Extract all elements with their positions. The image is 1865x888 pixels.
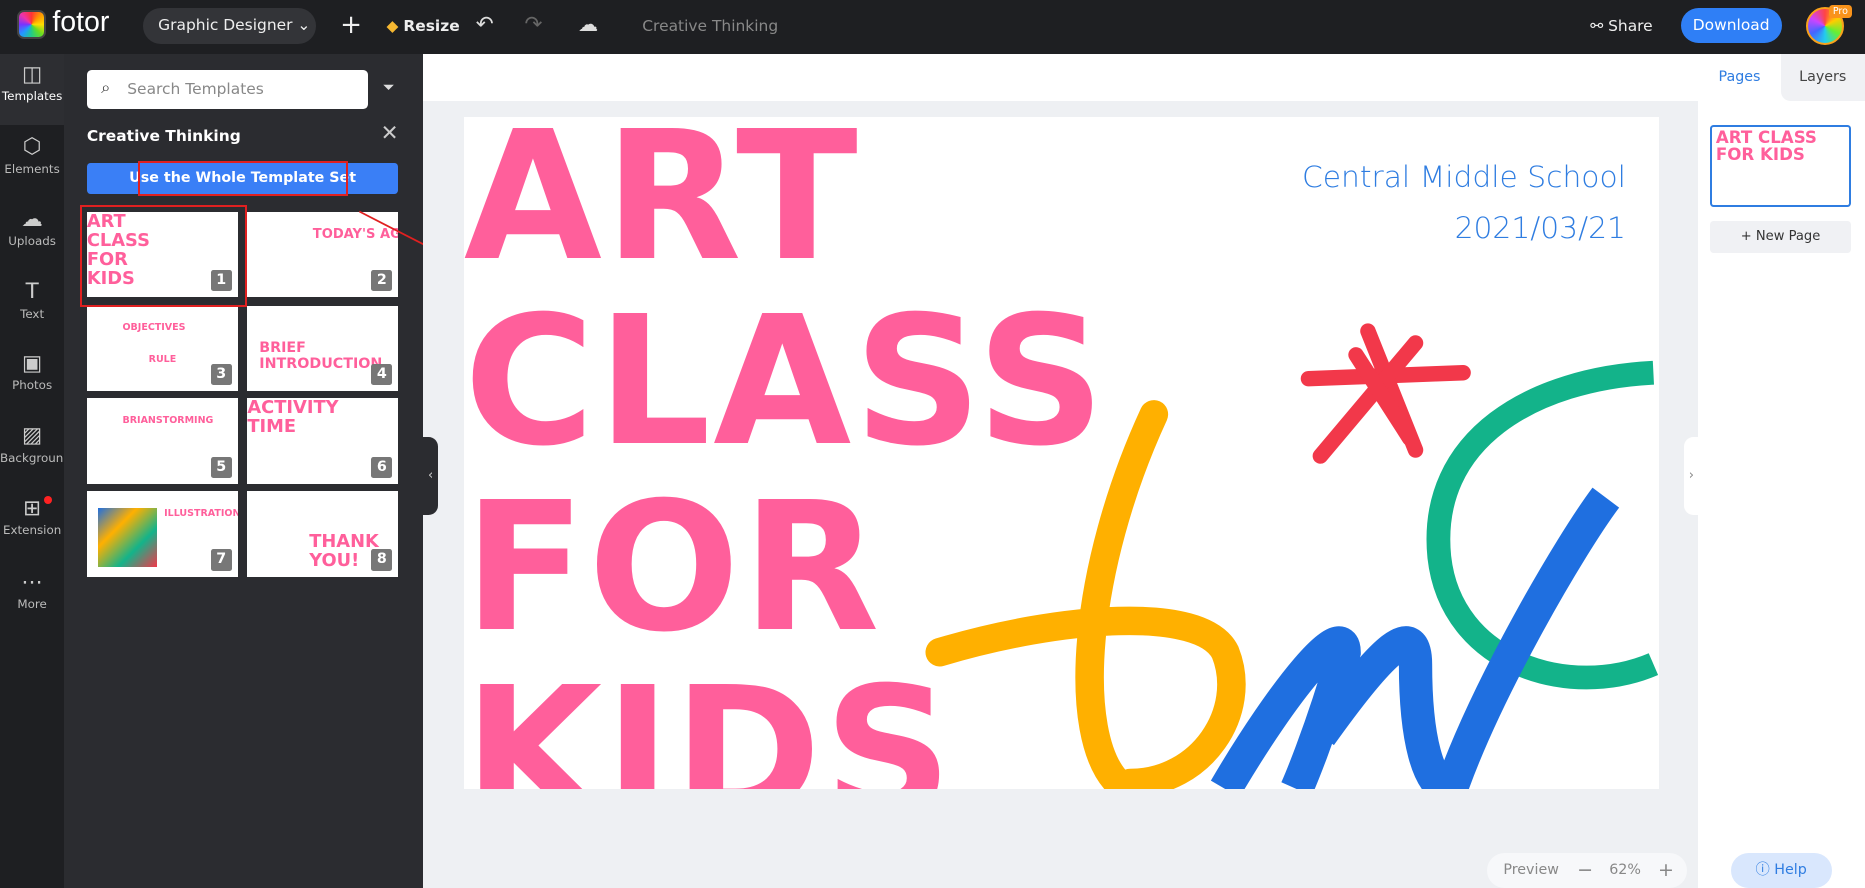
logo-text[interactable]: fotor <box>52 6 109 39</box>
document-title[interactable]: Creative Thinking <box>642 17 778 35</box>
chevron-down-icon: ⌄ <box>297 16 311 35</box>
thumbnail-number: 7 <box>210 549 232 571</box>
diamond-icon: ◆ <box>386 16 399 35</box>
text-icon: T <box>25 279 39 305</box>
mode-label: Graphic Designer <box>158 16 293 35</box>
nav-label: Text <box>20 306 45 321</box>
background-icon: ▨ <box>22 423 43 449</box>
search-input[interactable]: Search Templates <box>86 70 368 110</box>
template-thumbnail[interactable]: BRIEF INTRODUCTION 4 <box>247 305 399 392</box>
templates-panel: Search Templates ⌕ ⏷ Creative Thinking ✕… <box>64 53 424 888</box>
resize-button[interactable]: ◆ Resize <box>387 17 460 35</box>
tab-layers[interactable]: Layers <box>1780 53 1865 102</box>
nav-extension[interactable]: ⊞ Extension <box>0 488 64 559</box>
nav-more[interactable]: ⋯ More <box>0 561 64 632</box>
nav-label: Extension <box>2 523 62 538</box>
thumbnail-subtitle: RULE <box>148 354 177 366</box>
thumbnail-number: 6 <box>371 456 393 479</box>
yellow-scribble <box>925 399 1246 789</box>
highlight-box <box>79 204 248 307</box>
thumbnail-number: 5 <box>210 456 232 479</box>
illustration-image <box>97 507 157 568</box>
slide-canvas[interactable]: ART CLASS FOR KIDS Central Middle School 202… <box>463 116 1660 789</box>
canvas-toolbar <box>423 53 1699 102</box>
nav-text[interactable]: T Text <box>0 271 64 342</box>
extension-icon: ⊞ <box>23 495 42 521</box>
download-button[interactable]: Download <box>1680 8 1782 43</box>
new-page-button[interactable]: + New Page <box>1710 221 1851 254</box>
upload-cloud-icon: ☁ <box>21 206 43 232</box>
add-icon[interactable]: + <box>340 10 362 40</box>
pro-badge: Pro <box>1829 4 1852 19</box>
thumbnail-title: ACTIVITY TIME <box>247 398 339 438</box>
template-thumbnail[interactable]: ILLUSTRATIONS 7 <box>86 491 238 577</box>
thumbnail-number: 8 <box>371 549 393 571</box>
zoom-controls: Preview − 62% + <box>1486 852 1687 888</box>
nav-label: Templates <box>1 89 63 104</box>
template-thumbnail[interactable]: THANK YOU! 8 <box>247 491 399 577</box>
collapse-panel-button[interactable]: ‹ <box>423 436 438 515</box>
tab-pages[interactable]: Pages <box>1698 54 1780 102</box>
canvas-area: ART CLASS FOR KIDS Central Middle School 202… <box>423 53 1699 888</box>
mode-dropdown[interactable]: Graphic Designer ⌄ <box>142 8 317 44</box>
expand-right-button[interactable]: › <box>1684 436 1699 515</box>
thumbnail-title: OBJECTIVES <box>122 322 186 334</box>
zoom-out-icon[interactable]: − <box>1577 853 1593 888</box>
photo-icon: ▣ <box>22 350 43 376</box>
nav-label: Elements <box>4 161 60 176</box>
nav-label: Photos <box>12 378 53 393</box>
blue-scribble <box>1210 487 1620 789</box>
set-title: Creative Thinking <box>86 127 241 146</box>
nav-uploads[interactable]: ☁ Uploads <box>0 199 64 270</box>
redo-icon[interactable]: ↷ <box>525 12 543 37</box>
fotor-logo-icon[interactable] <box>16 9 47 40</box>
nav-background[interactable]: ▨ Backgroun... <box>0 415 75 486</box>
nav-elements[interactable]: ⬡ Elements <box>0 126 64 197</box>
scribble-art <box>925 322 1658 789</box>
template-thumbnail[interactable]: BRIANSTORMING 5 <box>86 398 238 485</box>
page-thumb-title: ART CLASS FOR KIDS <box>1715 128 1817 165</box>
filter-icon[interactable]: ⏷ <box>383 80 394 96</box>
nav-label: More <box>17 597 47 612</box>
cloud-upload-icon[interactable]: ☁ <box>578 12 598 36</box>
share-button[interactable]: ⚯ Share <box>1590 17 1652 35</box>
thumbnail-title: ILLUSTRATIONS <box>164 507 238 519</box>
star-scribble <box>1300 322 1471 464</box>
highlight-box <box>137 160 349 197</box>
thumbnail-title: BRIANSTORMING <box>122 415 214 427</box>
help-button[interactable]: ⓘ Help <box>1730 852 1832 888</box>
help-label: Help <box>1774 861 1807 878</box>
page-thumbnail-1[interactable]: ART CLASS FOR KIDS <box>1710 124 1851 207</box>
zoom-level[interactable]: 62% <box>1609 853 1641 888</box>
top-bar: fotor Graphic Designer ⌄ + ◆ Resize ↶ ↷ … <box>0 0 1865 54</box>
nav-templates[interactable]: ◫ Templates <box>0 53 65 125</box>
green-scribble <box>1426 360 1658 689</box>
thumbnail-number: 4 <box>371 363 393 386</box>
nav-label: Uploads <box>8 234 56 249</box>
zoom-in-icon[interactable]: + <box>1658 853 1674 888</box>
shapes-icon: ⬡ <box>22 134 42 160</box>
resize-label: Resize <box>403 16 460 35</box>
template-icon: ◫ <box>22 61 43 87</box>
left-nav: ◫ Templates ⬡ Elements ☁ Uploads T Text ▣ Pho… <box>0 53 75 888</box>
nav-photos[interactable]: ▣ Photos <box>0 343 64 414</box>
share-label: Share <box>1608 16 1653 35</box>
preview-button[interactable]: Preview <box>1503 853 1559 888</box>
share-icon: ⚯ <box>1590 16 1604 35</box>
template-thumbnail[interactable]: ACTIVITY TIME 6 <box>247 398 399 485</box>
pages-panel: Pages Layers ART CLASS FOR KIDS + New Pa… <box>1698 53 1865 888</box>
help-icon: ⓘ <box>1755 861 1770 878</box>
thumbnail-number: 3 <box>210 363 232 386</box>
close-icon[interactable]: ✕ <box>381 121 399 146</box>
search-icon: ⌕ <box>101 78 111 98</box>
more-icon: ⋯ <box>21 569 43 595</box>
template-thumbnail[interactable]: OBJECTIVES RULE 3 <box>86 305 238 392</box>
undo-icon[interactable]: ↶ <box>476 12 494 37</box>
